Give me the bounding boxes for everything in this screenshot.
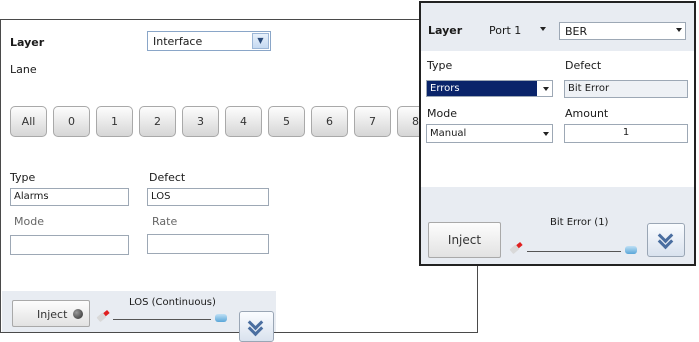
inject-button[interactable]: Inject [12, 300, 90, 327]
amount-label: Amount [565, 107, 609, 120]
mode-select-value: Manual [430, 128, 467, 139]
defect-label: Defect [149, 171, 186, 184]
layer-label: Layer [10, 36, 45, 49]
rate-label: Rate [152, 215, 178, 228]
dropdown-arrow-icon[interactable]: ▼ [252, 33, 269, 49]
inject-button-label: Inject [37, 308, 68, 321]
defect-label: Defect [565, 59, 602, 72]
type-field[interactable]: Alarms [10, 188, 129, 206]
dropdown-arrow-icon [543, 87, 549, 91]
lane-button-3[interactable]: 3 [182, 106, 219, 137]
dropdown-arrow-icon [676, 28, 682, 32]
reel-icon [215, 314, 227, 322]
lane-button-5[interactable]: 5 [268, 106, 305, 137]
lane-button-2[interactable]: 2 [139, 106, 176, 137]
expand-button[interactable] [647, 223, 685, 257]
amount-field[interactable]: 1 [564, 124, 688, 143]
lane-button-7[interactable]: 7 [354, 106, 391, 137]
mode-select[interactable]: Manual [426, 124, 553, 143]
lane-button-6[interactable]: 6 [311, 106, 348, 137]
mode-label: Mode [427, 107, 457, 120]
reel-icon [625, 246, 637, 254]
lane-button-all[interactable]: All [10, 106, 47, 137]
dropdown-arrow-icon [543, 132, 549, 136]
type-label: Type [427, 59, 453, 72]
rate-field[interactable] [147, 234, 269, 254]
mode-label: Mode [14, 215, 44, 228]
layer-select-value: Interface [153, 35, 203, 48]
lane-label: Lane [10, 63, 37, 76]
interface-panel: Layer Interface ▼ Lane All 0 1 2 3 4 5 6… [0, 19, 478, 342]
type-select[interactable]: Errors [426, 80, 553, 97]
type-label: Type [10, 171, 36, 184]
port-select-value: Port 1 [489, 24, 522, 37]
expand-button[interactable] [239, 311, 274, 342]
type-select-value: Errors [427, 81, 537, 96]
lane-button-0[interactable]: 0 [53, 106, 90, 137]
progress-track [527, 251, 621, 252]
led-indicator-icon [73, 309, 83, 319]
inject-button[interactable]: Inject [428, 222, 501, 258]
layer-select-value: BER [565, 25, 588, 38]
defect-field[interactable]: LOS [147, 188, 269, 206]
defect-field: Bit Error [564, 80, 688, 98]
inject-status-text: LOS (Continuous) [129, 297, 216, 308]
inject-status-text: Bit Error (1) [550, 217, 609, 228]
dropdown-arrow-icon [540, 27, 546, 31]
ber-panel: Layer Port 1 BER Type Defect Errors Bit … [419, 1, 696, 266]
port-select[interactable]: Port 1 [487, 22, 549, 38]
lane-button-1[interactable]: 1 [96, 106, 133, 137]
mode-field[interactable] [10, 235, 129, 255]
lane-button-4[interactable]: 4 [225, 106, 262, 137]
progress-track [113, 319, 211, 320]
layer-select[interactable]: BER [559, 22, 686, 40]
layer-select[interactable]: Interface ▼ [147, 31, 271, 51]
layer-label: Layer [428, 24, 463, 37]
